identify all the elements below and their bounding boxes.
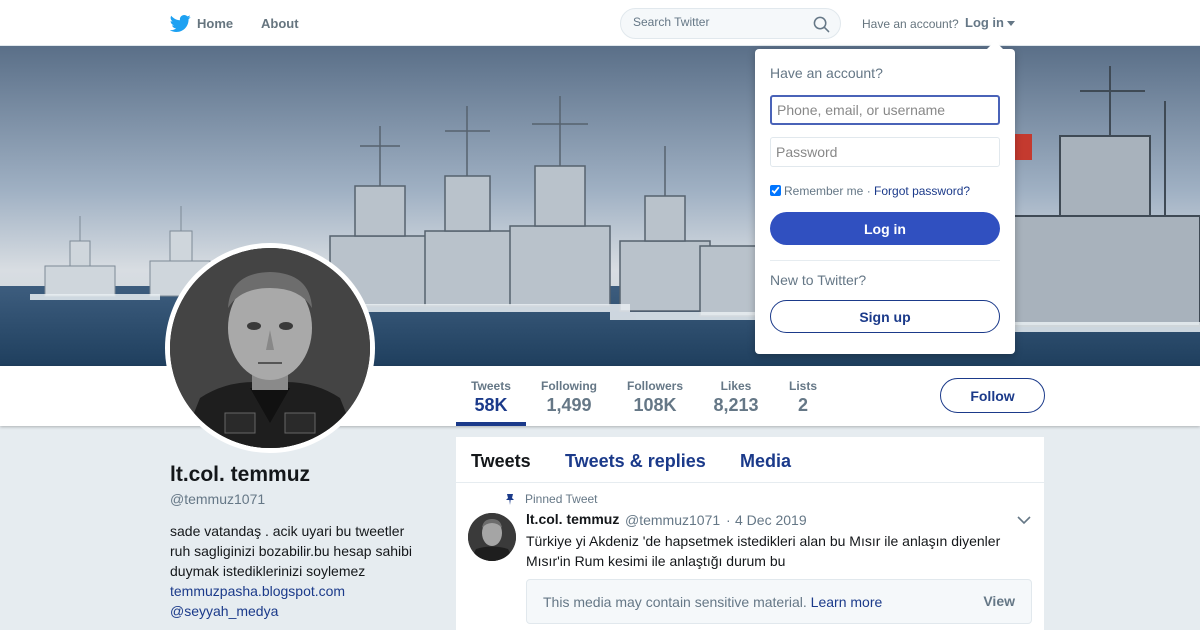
remember-separator: · [866,184,871,198]
tab-media[interactable]: Media [740,451,791,472]
login-menu-link[interactable]: Log in [965,15,1004,30]
tweet-author-name[interactable]: lt.col. temmuz [526,511,619,527]
timeline-tabs: Tweets Tweets & replies Media [456,437,1044,483]
profile-handle: @temmuz1071 [170,491,266,507]
stat-followers[interactable]: Followers 108K [622,366,688,426]
stat-label: Lists [788,379,817,393]
remember-checkbox[interactable] [770,185,781,196]
search-input[interactable] [633,15,803,29]
stat-likes[interactable]: Likes 8,213 [706,366,766,426]
stat-label: Followers [626,379,683,393]
password-field[interactable] [770,137,1000,167]
remember-label[interactable]: Remember me [784,184,863,198]
nav-home-link[interactable]: Home [197,16,233,31]
stat-tweets[interactable]: Tweets 58K [456,366,526,426]
stat-lists[interactable]: Lists 2 [783,366,823,426]
pin-icon [506,494,514,505]
sensitive-media-warning: This media may contain sensitive materia… [526,579,1032,624]
caret-down-icon[interactable] [1007,21,1015,26]
profile-name: lt.col. temmuz [170,463,311,486]
stat-following[interactable]: Following 1,499 [536,366,602,426]
stat-label: Following [541,379,597,393]
profile-website-link[interactable]: temmuzpasha.blogspot.com [170,583,345,599]
media-warning-text: This media may contain sensitive materia… [543,594,882,610]
top-nav: Home About Have an account? Log in [0,0,1200,46]
media-warning-message: This media may contain sensitive materia… [543,594,807,610]
tab-tweets-replies[interactable]: Tweets & replies [565,451,706,472]
pinned-label: Pinned Tweet [525,492,598,506]
stat-label: Tweets [471,379,511,393]
search-icon[interactable] [813,16,830,33]
follow-button[interactable]: Follow [940,378,1045,413]
profile-bio: sade vatandaş . acik uyari bu tweetler r… [170,523,413,579]
stat-value: 1,499 [546,395,592,415]
dropdown-title: Have an account? [770,65,883,81]
timeline: Tweets Tweets & replies Media Pinned Twe… [456,437,1044,630]
tweet-date[interactable]: 4 Dec 2019 [735,512,807,528]
tab-tweets[interactable]: Tweets [471,451,531,472]
avatar[interactable] [165,243,375,453]
login-button[interactable]: Log in [770,212,1000,245]
profile-mention-link[interactable]: @seyyah_medya [170,603,278,619]
twitter-bird-icon[interactable] [170,13,191,34]
new-to-twitter-text: New to Twitter? [770,272,867,288]
stat-value: 8,213 [713,395,759,415]
tweet-separator: · [726,512,731,528]
stat-value: 108K [633,395,677,415]
search-box[interactable] [620,8,841,39]
stat-value: 2 [797,395,808,415]
tweet-avatar[interactable] [468,513,516,561]
stat-label: Likes [720,379,752,393]
chevron-down-icon[interactable] [1017,515,1031,525]
stat-value: 58K [474,395,508,415]
remember-row: Remember me · Forgot password? [770,184,970,198]
username-field[interactable] [770,95,1000,125]
divider [770,260,1000,261]
tweet-text: Türkiye yi Akdeniz 'de hapsetmek istedik… [526,533,1001,569]
login-dropdown: Have an account? Remember me · Forgot pa… [755,41,1015,354]
view-media-button[interactable]: View [983,593,1015,609]
have-account-text: Have an account? [862,17,959,31]
forgot-password-link[interactable]: Forgot password? [874,184,970,198]
tweet-author-handle[interactable]: @temmuz1071 [625,512,720,528]
nav-about-link[interactable]: About [261,16,299,31]
learn-more-link[interactable]: Learn more [811,594,883,610]
avatar-photo [170,248,370,448]
signup-button[interactable]: Sign up [770,300,1000,333]
